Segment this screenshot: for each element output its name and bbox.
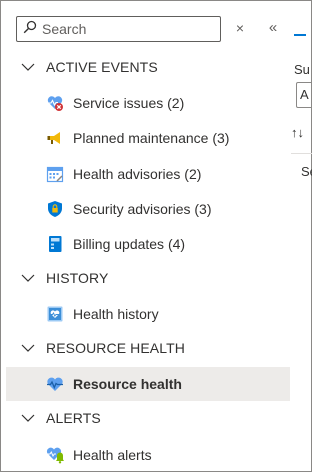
window-frame: × « ACTIVE EVENTS Service issues (2) [0,0,312,472]
service-issues-icon [47,96,63,111]
double-chevron-left-icon: « [268,18,277,36]
health-history-icon [47,306,63,322]
search-input[interactable] [42,21,212,37]
subscription-dropdown[interactable]: A [296,82,312,108]
nav-item-health-alerts[interactable]: Health alerts [6,438,290,472]
billing-icon [49,236,62,252]
heart-pulse-icon [47,377,63,391]
nav-item-health-advisories[interactable]: Health advisories (2) [6,157,290,191]
group-header-resource-health[interactable]: RESOURCE HEALTH [1,333,291,363]
content-pane-partial: Su A ↑↓ Se [291,1,312,471]
nav-item-label: Service issues (2) [73,95,185,111]
group-header-history[interactable]: HISTORY [1,263,291,293]
nav-item-security-advisories[interactable]: Security advisories (3) [6,192,290,226]
health-alerts-icon [46,447,64,464]
service-health-menu: × « ACTIVE EVENTS Service issues (2) [1,1,291,471]
nav-item-resource-health[interactable]: Resource health [6,367,290,401]
group-label: RESOURCE HEALTH [46,340,185,356]
group-label: ACTIVE EVENTS [46,59,158,75]
group-label: HISTORY [46,270,109,286]
search-icon [23,20,37,39]
nav-item-label: Security advisories (3) [73,201,212,217]
divider [291,153,312,154]
dropdown-value: A [300,87,309,102]
group-label: ALERTS [46,410,101,426]
calendar-icon [46,166,64,183]
chevron-down-icon [21,414,35,422]
nav-item-label: Health history [73,306,159,322]
nav-item-label: Resource health [73,376,182,392]
sort-icon[interactable]: ↑↓ [291,125,304,140]
group-header-active-events[interactable]: ACTIVE EVENTS [1,52,291,82]
chevron-down-icon [21,274,35,282]
nav-item-health-history[interactable]: Health history [6,297,290,331]
shield-icon [48,201,62,217]
tab-underline [294,34,306,36]
nav-item-label: Health advisories (2) [73,166,202,182]
nav-item-service-issues[interactable]: Service issues (2) [6,86,290,120]
collapse-menu-button[interactable]: « [263,18,281,36]
nav-item-planned-maintenance[interactable]: Planned maintenance (3) [6,121,290,155]
chevron-down-icon [21,344,35,352]
close-icon: × [235,20,245,36]
chevron-down-icon [21,63,35,71]
nav-item-label: Billing updates (4) [73,236,186,252]
megaphone-icon [47,132,60,144]
nav-item-label: Planned maintenance (3) [73,130,230,146]
nav-item-label: Health alerts [73,447,152,463]
column-header: Se [301,164,312,179]
group-header-alerts[interactable]: ALERTS [1,403,291,433]
nav-item-billing-updates[interactable]: Billing updates (4) [6,227,290,261]
clear-search-button[interactable]: × [232,19,248,37]
search-box[interactable] [16,16,221,42]
filter-label: Su [294,62,310,77]
